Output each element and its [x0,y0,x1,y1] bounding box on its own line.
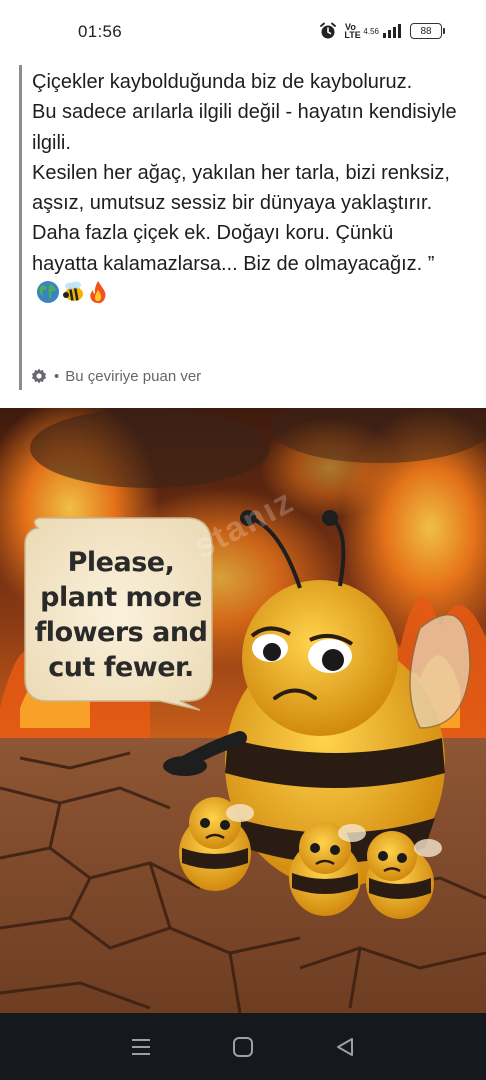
back-button[interactable] [325,1027,365,1067]
emoji-row [36,280,110,304]
alarm-icon [320,22,337,39]
bee-emoji [61,280,85,304]
post-paragraph-3: Kesilen her ağaç, yakılan her tarla, biz… [32,161,450,215]
signal-icon [383,24,401,38]
fire-emoji [86,280,110,304]
menu-icon [132,1038,150,1055]
battery-icon: 88 [410,23,445,39]
separator-dot: • [54,367,60,385]
post-paragraph-1: Çiçekler kaybolduğunda biz de kayboluruz… [32,71,413,93]
post-body: Çiçekler kaybolduğunda biz de kayboluruz… [19,62,469,392]
home-button[interactable] [223,1027,263,1067]
rate-translation-link[interactable]: Bu çeviriye puan ver [65,368,201,385]
earth-globe-emoji [36,280,60,304]
bee-illustration [0,408,486,1013]
volte-icon: Vo LTE [344,22,361,40]
system-nav-bar [0,1013,486,1080]
speech-bubble-text: Please, plant more flowers and cut fewer… [34,547,208,683]
net-speed: 4.56 [363,26,379,36]
recent-apps-button[interactable] [121,1027,161,1067]
post-paragraph-4: Daha fazla çiçek ek. Doğayı koru. Çünkü … [32,218,462,309]
post-text: Çiçekler kaybolduğunda biz de kayboluruz… [32,67,462,309]
translation-rating-row[interactable]: • Bu çeviriye puan ver [30,367,201,385]
quote-bar [19,65,22,390]
post-paragraph-2: Bu sadece arılarla ilgili değil - hayatı… [32,101,457,154]
status-time: 01:56 [78,22,123,41]
status-icons: Vo LTE 4.56 88 [319,22,445,40]
status-bar: 01:56 Vo LTE 4.56 88 [0,0,486,62]
back-icon [337,1037,353,1056]
home-icon [233,1036,253,1057]
gear-icon[interactable] [30,367,48,385]
post-image[interactable] [0,408,486,1013]
